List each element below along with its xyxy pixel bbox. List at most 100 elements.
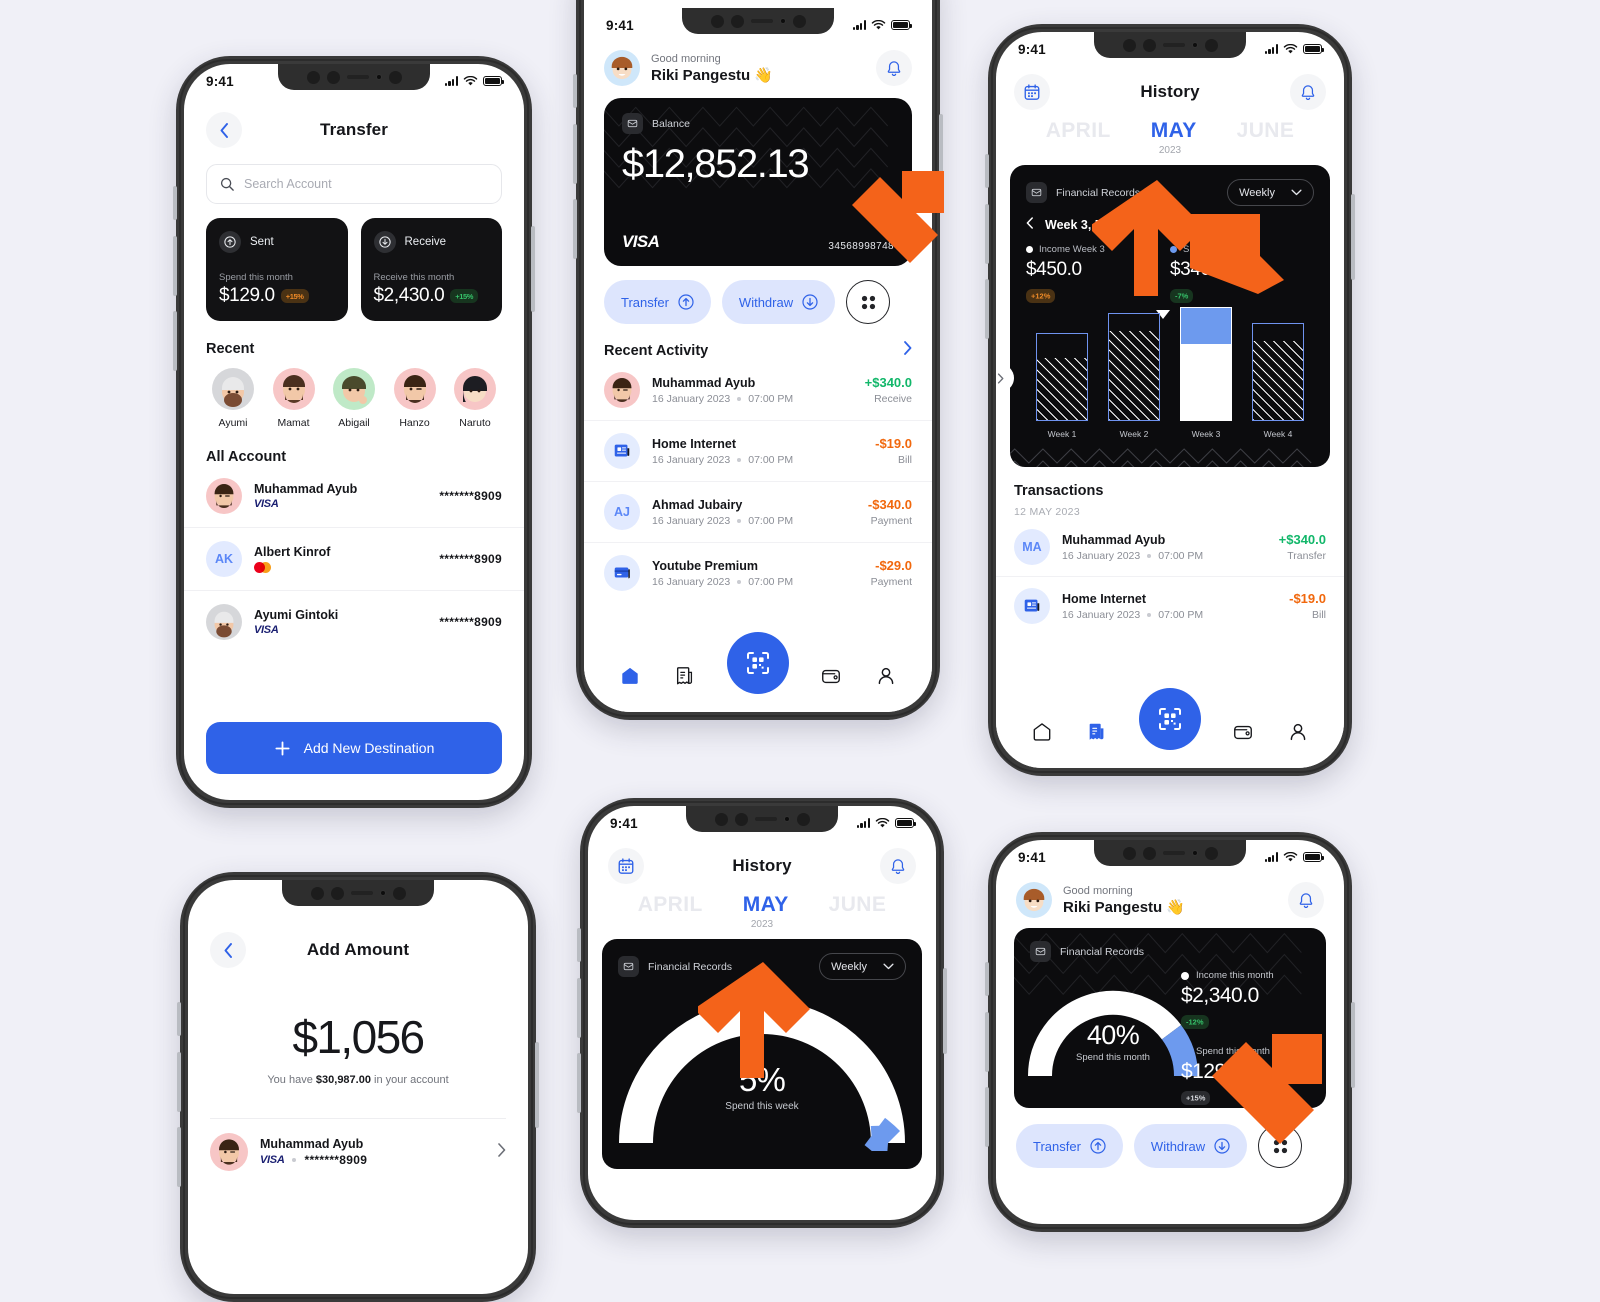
qr-scan-button[interactable] [727, 632, 789, 694]
withdraw-button[interactable]: Withdraw [721, 280, 836, 324]
more-actions-button[interactable] [1258, 1124, 1303, 1168]
avatar [333, 368, 375, 410]
list-item[interactable]: Muhammad Ayub VISA *******8909 [184, 465, 524, 528]
phone-history: 9:41 History APRIL MAY JUNE 2023 Financi… [985, 24, 1355, 776]
month-april[interactable]: APRIL [1046, 119, 1111, 143]
list-item[interactable]: Abigail [325, 368, 383, 429]
transfer-label: Transfer [1033, 1138, 1081, 1154]
period-value: Weekly [831, 960, 867, 973]
tab-profile[interactable] [1287, 721, 1309, 748]
calendar-icon [618, 858, 634, 874]
phone-home: 9:41 Good morning Riki Pangestu 👋 Balanc… [573, 0, 943, 720]
avatar [210, 1133, 248, 1171]
notification-button[interactable] [876, 50, 912, 86]
notch [1094, 32, 1246, 58]
avatar[interactable] [1016, 882, 1052, 918]
tab-wallet[interactable] [820, 665, 842, 692]
month-june[interactable]: JUNE [829, 893, 887, 917]
transaction-amount: -$29.0 [875, 558, 912, 573]
phone-home-gauge: 9:41 Good morning Riki Pangestu 👋 Financ… [985, 832, 1355, 1232]
tab-history[interactable] [674, 665, 696, 692]
arrow-down-circle-icon [373, 231, 396, 253]
table-row[interactable]: AJ Ahmad Jubairy 16 January 2023 07:00 PM… [584, 482, 932, 543]
month-selector: APRIL MAY JUNE [588, 884, 936, 917]
wifi-icon [871, 19, 886, 29]
table-row[interactable]: Home Internet 16 January 2023 07:00 PM -$… [584, 421, 932, 482]
add-new-destination-button[interactable]: Add New Destination [206, 722, 502, 774]
avatar: AK [206, 541, 242, 577]
notch [278, 64, 430, 90]
receive-card[interactable]: Receive Receive this month $2,430.0 +15% [360, 218, 502, 321]
transaction-kind: Payment [870, 576, 912, 588]
avatar[interactable] [604, 50, 640, 86]
transaction-date: 16 January 2023 [1062, 549, 1141, 562]
chevron-right-icon [498, 1142, 506, 1157]
list-item[interactable]: Ayumi [204, 368, 262, 429]
balance-card[interactable]: Balance $12,852.13 VISA 34568998748 [604, 98, 912, 266]
list-item[interactable]: Mamat [265, 368, 323, 429]
tab-home[interactable] [1031, 721, 1053, 748]
notification-button[interactable] [880, 848, 916, 884]
visa-icon: VISA [254, 624, 279, 636]
calendar-button[interactable] [608, 848, 644, 884]
list-item[interactable]: AK Albert Kinrof *******8909 [184, 528, 524, 591]
wallet-icon [1026, 182, 1047, 203]
transfer-button[interactable]: Transfer [1016, 1124, 1123, 1168]
summary-cards: Sent Spend this month $129.0 +15% Receiv… [184, 204, 524, 321]
legend-spent: Spent Week 3 $340.0 -7% [1170, 244, 1314, 303]
withdraw-button[interactable]: Withdraw [1133, 1124, 1248, 1168]
recent-activity-header: Recent Activity [584, 324, 932, 360]
tab-wallet[interactable] [1232, 721, 1254, 748]
legend-income-badge: +12% [1026, 288, 1056, 303]
qr-scan-icon [747, 652, 769, 674]
screen-home: 9:41 Good morning Riki Pangestu 👋 Balanc… [584, 0, 932, 712]
tab-home[interactable] [619, 665, 641, 692]
quick-actions: Transfer Withdraw [996, 1108, 1344, 1168]
sent-card[interactable]: Sent Spend this month $129.0 +15% [206, 218, 348, 321]
qr-scan-button[interactable] [1139, 688, 1201, 750]
contact-name: Mamat [277, 417, 310, 429]
tab-profile[interactable] [875, 665, 897, 692]
period-select[interactable]: Weekly [1227, 179, 1314, 206]
avatar [604, 372, 640, 408]
recent-activity-more-button[interactable] [903, 341, 912, 360]
notification-button[interactable] [1288, 882, 1324, 918]
list-item[interactable]: Hanzo [386, 368, 444, 429]
transfer-button[interactable]: Transfer [604, 280, 711, 324]
battery-icon [483, 76, 505, 86]
month-may[interactable]: MAY [1151, 119, 1197, 143]
arrow-up-circle-icon [678, 294, 694, 310]
search-input[interactable]: Search Account [206, 164, 502, 204]
month-april[interactable]: APRIL [638, 893, 703, 917]
list-item[interactable]: Naruto [446, 368, 504, 429]
notification-button[interactable] [1290, 74, 1326, 110]
account-name: Ayumi Gintoki [254, 608, 339, 622]
transaction-amount: -$340.0 [867, 497, 912, 512]
next-week-button[interactable] [1163, 217, 1171, 232]
table-row[interactable]: Muhammad Ayub 16 January 2023 07:00 PM +$… [584, 360, 932, 421]
month-june[interactable]: JUNE [1237, 119, 1295, 143]
notch [682, 8, 834, 34]
more-actions-button[interactable] [846, 280, 891, 324]
legend-spent-value: $340.0 [1170, 259, 1226, 280]
receive-amount: $2,430.0 [373, 285, 445, 306]
table-row[interactable]: MA Muhammad Ayub 16 January 2023 07:00 PM… [996, 518, 1344, 577]
prev-week-button[interactable] [1026, 217, 1034, 232]
selected-account-row[interactable]: Muhammad Ayub VISA *******8909 [188, 1119, 528, 1171]
period-select[interactable]: Weekly [819, 953, 906, 980]
arrow-down-circle-icon [1214, 1138, 1230, 1154]
month-may[interactable]: MAY [743, 893, 789, 917]
history-gauge-header: History [588, 836, 936, 884]
table-row[interactable]: Home Internet 16 January 2023 07:00 PM -$… [996, 577, 1344, 635]
account-chevron-button[interactable] [497, 1142, 506, 1162]
tab-history[interactable] [1086, 721, 1108, 748]
transaction-time: 07:00 PM [1158, 608, 1204, 621]
legend-income-label: Income Week 3 [1039, 244, 1105, 255]
amount-value[interactable]: $1,056 [188, 1010, 528, 1064]
calendar-button[interactable] [1014, 74, 1050, 110]
card-number: 34568998748 [828, 241, 894, 252]
bar-chart: Week 1 Week 2 Week 3 Week 4 [1026, 307, 1314, 439]
list-item[interactable]: Ayumi Gintoki VISA *******8909 [184, 591, 524, 653]
table-row[interactable]: Youtube Premium 16 January 2023 07:00 PM … [584, 543, 932, 603]
battery-icon [1303, 44, 1325, 54]
